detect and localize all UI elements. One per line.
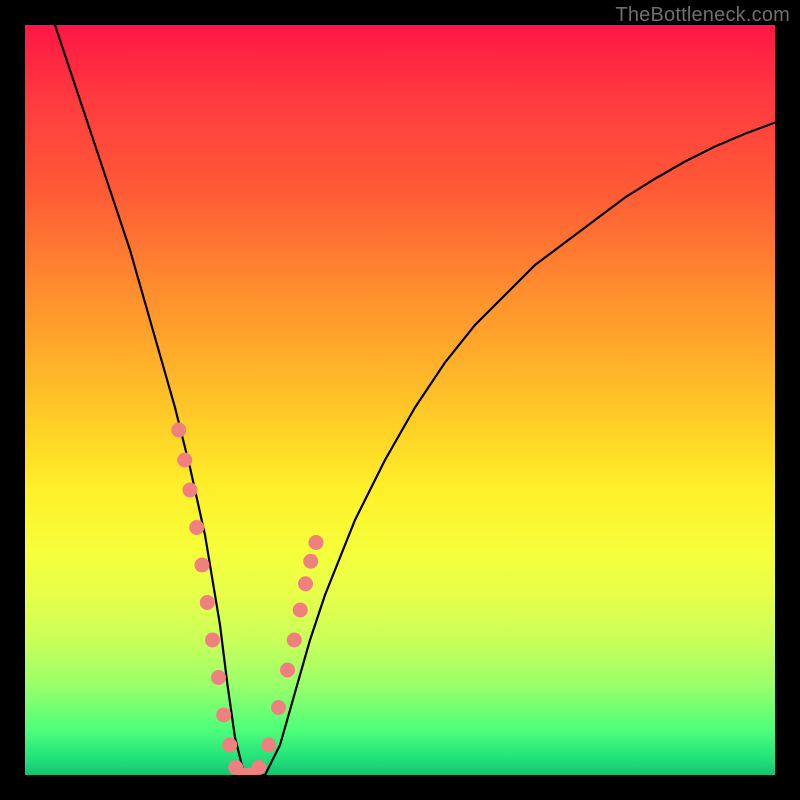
marker-dot — [298, 576, 313, 591]
marker-dot — [205, 633, 220, 648]
marker-dot — [177, 453, 192, 468]
watermark-label: TheBottleneck.com — [615, 4, 790, 27]
marker-dot — [200, 595, 215, 610]
marker-dot — [261, 738, 276, 753]
marker-dot — [287, 633, 302, 648]
marker-dot — [309, 535, 324, 550]
marker-dot — [280, 663, 295, 678]
plot-area — [25, 25, 775, 775]
marker-dots-group — [171, 423, 323, 776]
chart-overlay — [25, 25, 775, 775]
marker-dot — [303, 554, 318, 569]
marker-dot — [293, 603, 308, 618]
chart-frame: TheBottleneck.com — [0, 0, 800, 800]
marker-dot — [189, 520, 204, 535]
marker-dot — [171, 423, 186, 438]
bottleneck-curve — [55, 25, 775, 775]
marker-dot — [195, 558, 210, 573]
marker-dot — [271, 700, 286, 715]
marker-dot — [252, 760, 267, 775]
marker-dot — [222, 738, 237, 753]
marker-dot — [216, 708, 231, 723]
marker-dot — [211, 670, 226, 685]
marker-dot — [183, 483, 198, 498]
